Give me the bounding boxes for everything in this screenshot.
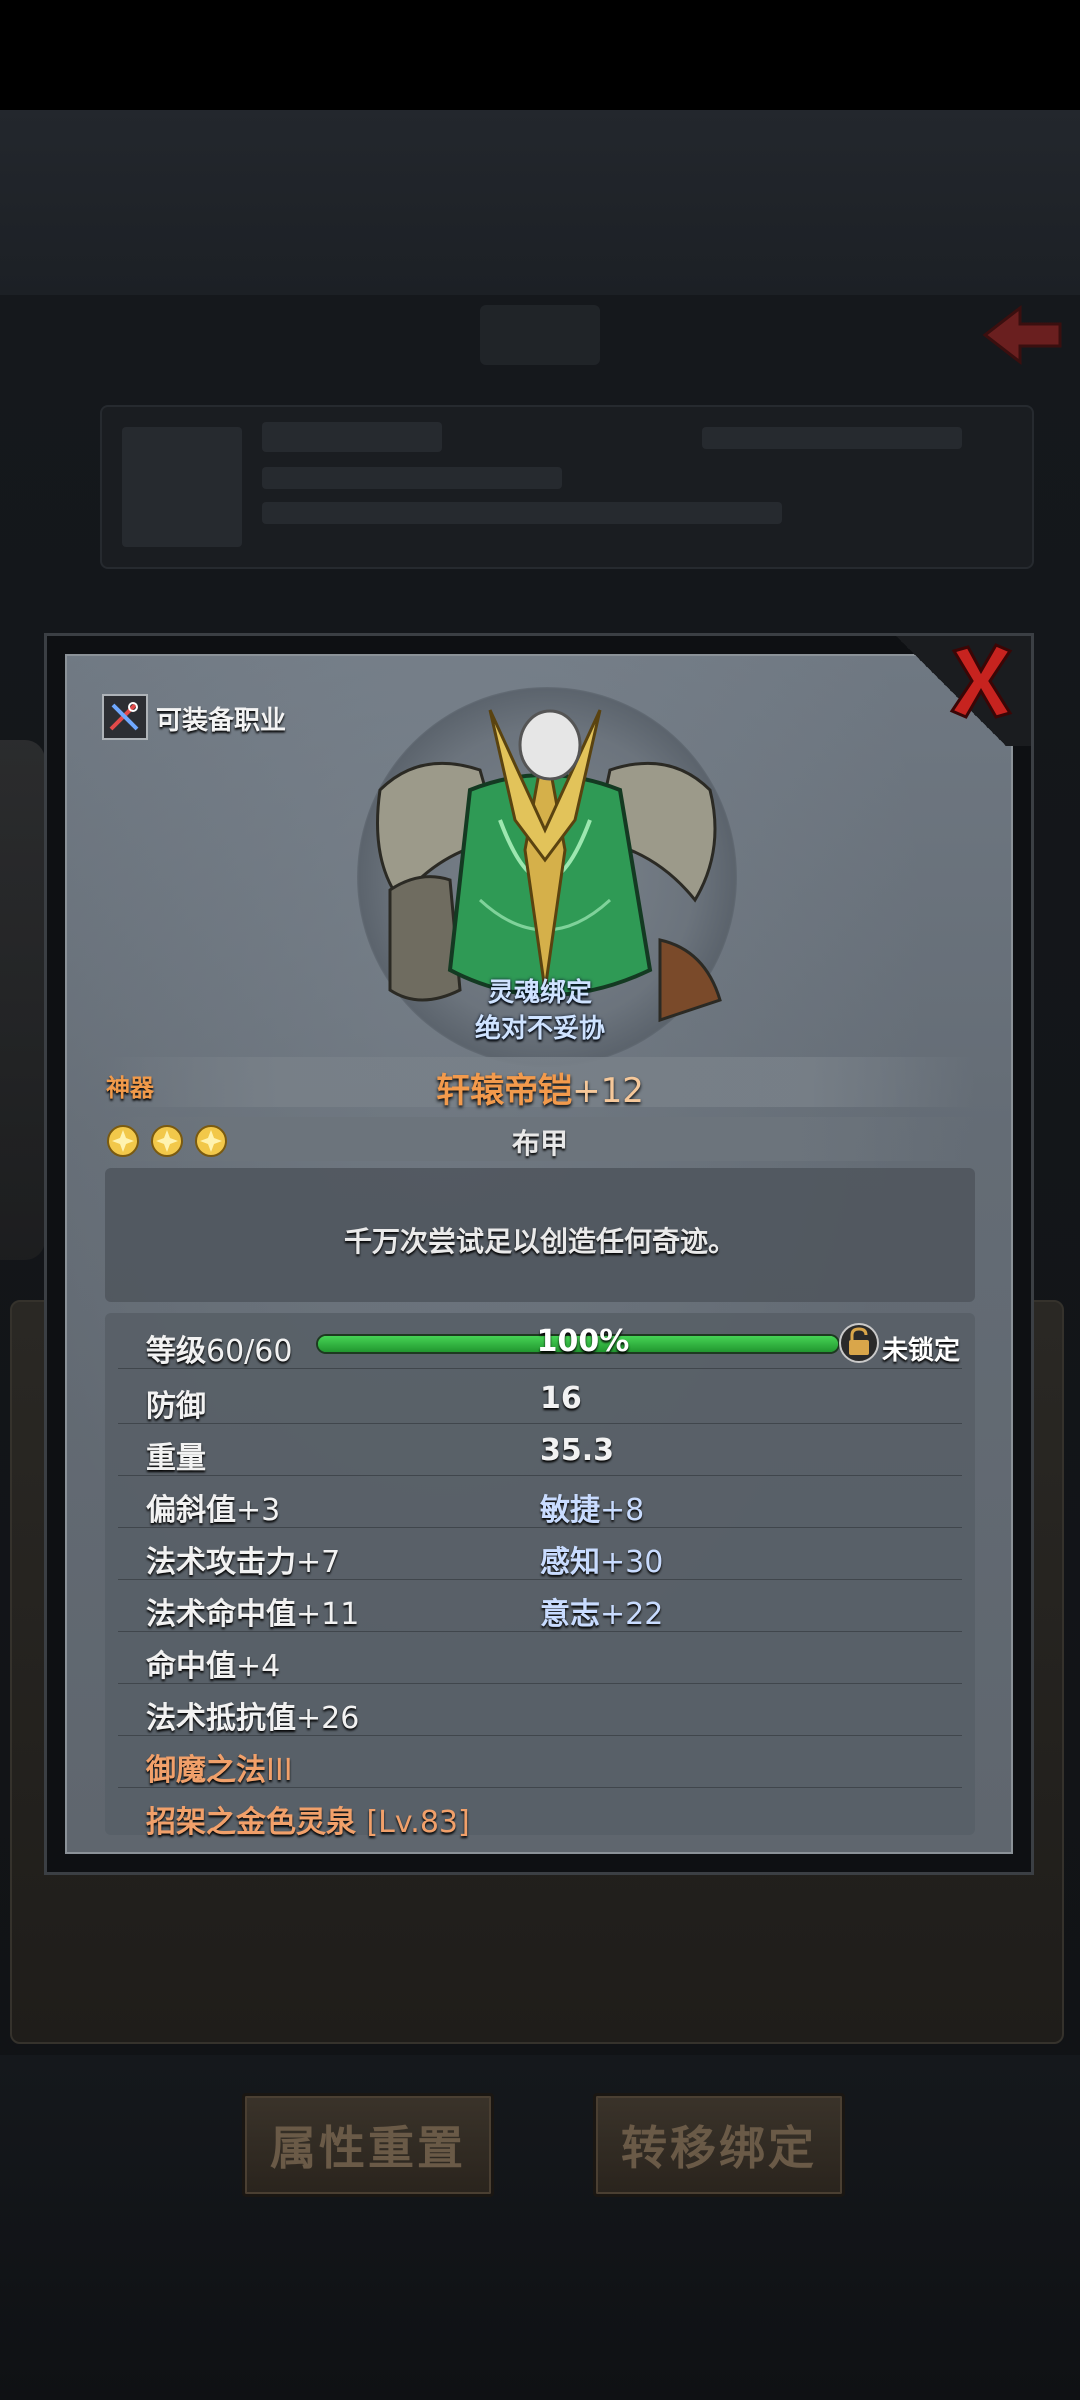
equip-class-icon[interactable] [102,694,148,740]
stat-right: 敏捷+8 [540,1485,644,1529]
skill-row: 招架之金色灵泉 [Lv.83] [118,1789,962,1841]
back-arrow-icon[interactable] [975,300,1065,370]
background-title [480,305,600,365]
skill-entry: 御魔之法III [146,1745,293,1789]
stat-row: 命中值+4 [118,1633,962,1684]
background-header [0,110,1080,295]
level-label: 等级 [146,1334,206,1369]
star-rating [106,1124,228,1158]
item-name-text: 轩辕帝铠 [436,1071,573,1111]
soulbound-label: 灵魂绑定 [487,978,592,1008]
stat-defense-label: 防御 [146,1389,206,1424]
stat-weight-label: 重量 [146,1441,206,1476]
level-text: 等级60/60 [146,1326,292,1370]
item-name: 轩辕帝铠+12 [330,1063,750,1112]
close-button[interactable] [946,641,1016,721]
stat-name: 意志 [540,1597,600,1632]
skill-entry: 招架之金色灵泉 [Lv.83] [146,1797,470,1841]
stat-right: 感知+30 [540,1537,663,1581]
progress-percent: 100% [536,1324,630,1359]
stat-row: 法术命中值+11 意志+22 [118,1581,962,1632]
stat-row: 重量 35.3 [118,1425,962,1476]
stat-left: 法术攻击力+7 [146,1537,340,1581]
skill-level: [Lv.83] [366,1805,470,1840]
stat-value: +7 [296,1545,341,1580]
stat-name: 法术攻击力 [146,1545,296,1580]
background-bottom [0,2055,1080,2400]
item-type: 布甲 [511,1127,568,1160]
status-bar-area [0,0,1080,110]
level-value: 60/60 [206,1334,293,1369]
stat-value: +26 [296,1701,360,1736]
stat-name: 敏捷 [540,1493,600,1528]
stat-name: 法术抵抗值 [146,1701,296,1736]
background-side-art [0,740,45,1260]
item-enhance-level: +12 [572,1071,644,1111]
stat-value: +22 [600,1597,664,1632]
stat-left: 偏斜值+3 [146,1485,280,1529]
stat-row: 法术攻击力+7 感知+30 [118,1529,962,1580]
star-icon [107,1125,139,1157]
stat-name: 法术命中值 [146,1597,296,1632]
stat-row: 防御 16 [118,1373,962,1424]
reset-attributes-button[interactable]: 属性重置 [242,2093,494,2197]
soulbound-sublabel: 绝对不妥协 [474,1014,605,1044]
game-screen: { "background": { "buttons": ["属性重置", "转… [0,0,1080,2400]
stat-value: +4 [236,1649,281,1684]
close-icon [949,643,1013,719]
stat-defense-value: 16 [540,1381,582,1416]
crossed-weapons-icon [109,702,139,731]
stat-right: 意志+22 [540,1589,663,1633]
star-icon [151,1125,183,1157]
lock-icon[interactable] [838,1322,880,1364]
star-icon [195,1125,227,1157]
item-description: 千万次尝试足以创造任何奇迹。 [343,1225,736,1258]
stat-row: 法术抵抗值+26 [118,1685,962,1736]
stat-left: 命中值+4 [146,1641,280,1685]
stat-value: +8 [600,1493,645,1528]
equip-class-label[interactable]: 可装备职业 [156,700,286,737]
stat-value: +30 [600,1545,664,1580]
skill-name: 御魔之法 [146,1753,266,1788]
stat-value: +3 [236,1493,281,1528]
skill-rank: III [266,1753,293,1788]
transfer-binding-button[interactable]: 转移绑定 [593,2093,845,2197]
stat-left: 法术命中值+11 [146,1589,359,1633]
stat-name: 命中值 [146,1649,236,1684]
stat-row: 偏斜值+3 敏捷+8 [118,1477,962,1528]
rarity-label: 神器 [106,1074,154,1102]
skill-row: 御魔之法III [118,1737,962,1788]
background-item-card [100,405,1034,569]
stat-left: 法术抵抗值+26 [146,1693,359,1737]
stat-name: 偏斜值 [146,1493,236,1528]
stat-name: 感知 [540,1545,600,1580]
skill-name: 招架之金色灵泉 [146,1805,356,1840]
lock-status[interactable]: 未锁定 [882,1330,960,1367]
stat-weight-value: 35.3 [540,1433,615,1468]
stat-value: +11 [296,1597,360,1632]
